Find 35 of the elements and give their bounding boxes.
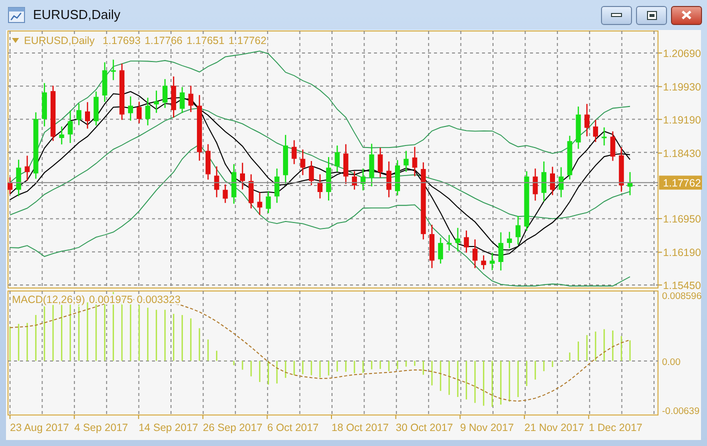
ohlc-value: 1.17651 (186, 35, 224, 47)
ohlc-value: 1.17762 (228, 35, 266, 47)
restore-icon (646, 10, 656, 20)
ohlc-value: 1.17693 (102, 35, 141, 47)
date-axis-label: 14 Sep 2017 (138, 422, 198, 434)
chart-window-icon (8, 7, 25, 23)
macd-axis-label: 0.008596 (662, 291, 702, 302)
minimize-button[interactable] (601, 6, 632, 24)
price-axis-label: 1.16950 (663, 214, 701, 226)
date-axis-label: 9 Nov 2017 (460, 422, 514, 434)
chart-legend-symbol: EURUSD,Daily (24, 35, 95, 47)
minimize-icon (611, 13, 622, 17)
macd-label: MACD(12,26,9) (12, 294, 85, 306)
restore-button[interactable] (636, 6, 667, 24)
macd-axis-label: 0.00 (662, 357, 680, 368)
price-axis-label: 1.19930 (663, 82, 701, 94)
date-axis-label: 23 Aug 2017 (10, 422, 69, 434)
date-axis-label: 6 Oct 2017 (267, 422, 319, 434)
close-button[interactable] (671, 6, 702, 24)
current-price-tag: 1.17762 (659, 176, 702, 190)
price-axis-label: 1.16190 (663, 247, 701, 260)
price-axis-label: 1.20690 (663, 48, 701, 60)
date-axis-label: 18 Oct 2017 (332, 422, 389, 434)
date-axis-label: 21 Nov 2017 (524, 422, 584, 434)
date-axis-label: 4 Sep 2017 (74, 422, 128, 434)
ohlc-value: 1.17766 (144, 35, 183, 47)
price-axis-label: 1.19190 (663, 114, 701, 126)
close-icon (681, 10, 692, 20)
date-axis-label: 1 Dec 2017 (588, 422, 642, 434)
price-axis-label: 1.18430 (663, 148, 701, 160)
price-axis-label: 1.15450 (663, 280, 701, 292)
window-title: EURUSD,Daily (33, 6, 120, 24)
date-axis-label: 26 Sep 2017 (202, 422, 262, 434)
date-axis-label: 30 Oct 2017 (396, 422, 454, 434)
macd-axis-label: -0.00639 (662, 406, 700, 417)
